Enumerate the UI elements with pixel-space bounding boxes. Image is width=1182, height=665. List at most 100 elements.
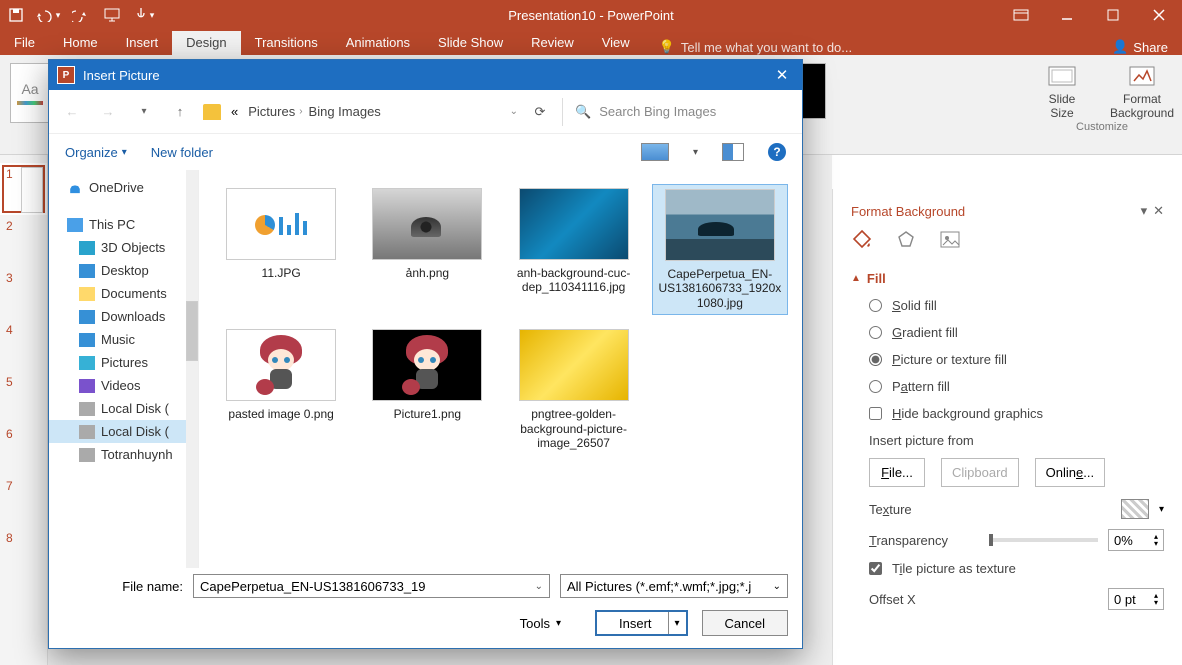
breadcrumb-seg-1[interactable]: Bing Images — [309, 104, 381, 119]
file-item[interactable]: Picture1.png — [359, 325, 495, 454]
tree-node[interactable]: Documents — [49, 282, 198, 305]
tab-file[interactable]: File — [0, 31, 49, 55]
slide-rail: 12345678 — [0, 155, 48, 665]
breadcrumb[interactable]: « Pictures› Bing Images ⌄ — [203, 104, 518, 120]
tree-node[interactable]: Local Disk ( — [49, 420, 198, 443]
tree-node[interactable]: Videos — [49, 374, 198, 397]
folder-tree: OneDrive This PC3D ObjectsDesktopDocument… — [49, 170, 199, 568]
save-icon[interactable] — [0, 1, 32, 29]
tree-node[interactable]: OneDrive — [49, 176, 198, 199]
slide-thumb-7[interactable]: 7 — [0, 475, 47, 527]
file-item[interactable]: 11.JPG — [213, 184, 349, 315]
theme-thumbnail[interactable]: Aa — [10, 63, 50, 123]
share-button[interactable]: 👤Share — [1098, 39, 1182, 55]
tree-node[interactable]: This PC — [49, 213, 198, 236]
insert-button[interactable]: Insert▾ — [595, 610, 688, 636]
tab-slideshow[interactable]: Slide Show — [424, 31, 517, 55]
format-background-button[interactable]: Format Background — [1102, 55, 1182, 121]
fill-header: Fill — [867, 271, 886, 286]
doc-icon — [79, 287, 95, 301]
tree-node[interactable]: 3D Objects — [49, 236, 198, 259]
tell-me-search[interactable]: 💡Tell me what you want to do... — [659, 39, 852, 55]
collapse-icon[interactable]: ▲ — [851, 273, 861, 284]
gradient-fill-option[interactable]: Gradient fill — [869, 325, 1164, 340]
tab-insert[interactable]: Insert — [112, 31, 173, 55]
tree-scrollbar[interactable] — [186, 170, 198, 568]
file-item[interactable]: CapePerpetua_EN-US1381606733_1920x1080.j… — [652, 184, 788, 315]
touch-mode-icon[interactable]: ▾ — [128, 1, 160, 29]
new-folder-button[interactable]: New folder — [151, 145, 213, 160]
tab-animations[interactable]: Animations — [332, 31, 424, 55]
effects-icon[interactable] — [895, 229, 917, 251]
nav-recent-icon[interactable]: ▾ — [131, 99, 157, 125]
cancel-button[interactable]: Cancel — [702, 610, 788, 636]
tab-design[interactable]: Design — [172, 31, 240, 55]
tree-node[interactable]: Totranhuynh — [49, 443, 198, 466]
slide-size-button[interactable]: Slide Size — [1022, 55, 1102, 121]
search-input[interactable]: 🔍 Search Bing Images — [562, 98, 792, 126]
tree-node[interactable]: Downloads — [49, 305, 198, 328]
file-item[interactable]: pngtree-golden-background-picture-image_… — [506, 325, 642, 454]
file-item[interactable]: anh-background-cuc-dep_110341116.jpg — [506, 184, 642, 315]
present-from-start-icon[interactable] — [96, 1, 128, 29]
slide-thumb-3[interactable]: 3 — [0, 267, 47, 319]
dialog-close-icon[interactable]: ✕ — [762, 66, 802, 84]
tile-checkbox[interactable]: Tile picture as texture — [869, 561, 1164, 576]
tree-node[interactable]: Local Disk ( — [49, 397, 198, 420]
refresh-icon[interactable]: ⟳ — [528, 100, 552, 124]
online-button[interactable]: Online... — [1035, 458, 1105, 487]
view-switch-dropdown[interactable]: ▾ — [693, 147, 698, 158]
solid-fill-option[interactable]: Solid fill — [869, 298, 1164, 313]
tab-view[interactable]: View — [588, 31, 644, 55]
transparency-value[interactable]: 0%▴▾ — [1108, 529, 1164, 551]
slide-thumb-4[interactable]: 4 — [0, 319, 47, 371]
maximize-icon[interactable] — [1090, 0, 1136, 30]
title-bar: ▾ ▾ Presentation10 - PowerPoint — [0, 0, 1182, 30]
organize-button[interactable]: Organize▾ — [65, 145, 127, 160]
tools-dropdown[interactable]: Tools▾ — [520, 616, 561, 631]
pane-options-icon[interactable]: ▾ — [1141, 203, 1148, 219]
texture-swatch[interactable] — [1121, 499, 1149, 519]
help-icon[interactable]: ? — [768, 143, 786, 161]
transparency-slider[interactable] — [989, 538, 1098, 542]
slide-size-icon — [1047, 63, 1077, 89]
nav-fwd-icon[interactable]: → — [95, 99, 121, 125]
offset-x-value[interactable]: 0 pt▴▾ — [1108, 588, 1164, 610]
ribbon-display-icon[interactable] — [998, 0, 1044, 30]
pane-close-icon[interactable]: ✕ — [1153, 203, 1164, 219]
tab-home[interactable]: Home — [49, 31, 112, 55]
tell-me-label: Tell me what you want to do... — [681, 40, 852, 55]
tree-node[interactable]: Music — [49, 328, 198, 351]
tree-node[interactable]: Pictures — [49, 351, 198, 374]
file-button[interactable]: File... — [869, 458, 925, 487]
tab-review[interactable]: Review — [517, 31, 588, 55]
close-icon[interactable] — [1136, 0, 1182, 30]
file-type-filter[interactable]: All Pictures (*.emf;*.wmf;*.jpg;*.j⌄ — [560, 574, 788, 598]
hide-bg-graphics[interactable]: Hide background graphics — [869, 406, 1164, 421]
slide-thumb-8[interactable]: 8 — [0, 527, 47, 579]
minimize-icon[interactable] — [1044, 0, 1090, 30]
chevron-down-icon[interactable]: ▾ — [1159, 504, 1164, 515]
pattern-fill-option[interactable]: Pattern fill — [869, 379, 1164, 394]
nav-back-icon[interactable]: ← — [59, 99, 85, 125]
view-switch-icon[interactable] — [641, 143, 669, 161]
breadcrumb-dropdown-icon[interactable]: ⌄ — [510, 106, 518, 117]
file-item[interactable]: pasted image 0.png — [213, 325, 349, 454]
redo-icon[interactable] — [64, 1, 96, 29]
tree-node[interactable]: Desktop — [49, 259, 198, 282]
slide-thumb-6[interactable]: 6 — [0, 423, 47, 475]
undo-icon[interactable]: ▾ — [32, 1, 64, 29]
slide-thumb-1[interactable]: 1 — [0, 163, 47, 215]
nav-up-icon[interactable]: ↑ — [167, 99, 193, 125]
fill-icon[interactable] — [851, 229, 873, 251]
powerpoint-icon: P — [57, 66, 75, 84]
file-item[interactable]: ảnh.png — [359, 184, 495, 315]
file-name-input[interactable]: CapePerpetua_EN-US1381606733_19⌄ — [193, 574, 550, 598]
picture-icon[interactable] — [939, 229, 961, 251]
slide-thumb-2[interactable]: 2 — [0, 215, 47, 267]
breadcrumb-seg-0[interactable]: Pictures — [248, 104, 295, 119]
preview-pane-icon[interactable] — [722, 143, 744, 161]
slide-thumb-5[interactable]: 5 — [0, 371, 47, 423]
tab-transitions[interactable]: Transitions — [241, 31, 332, 55]
picture-fill-option[interactable]: Picture or texture fill — [869, 352, 1164, 367]
